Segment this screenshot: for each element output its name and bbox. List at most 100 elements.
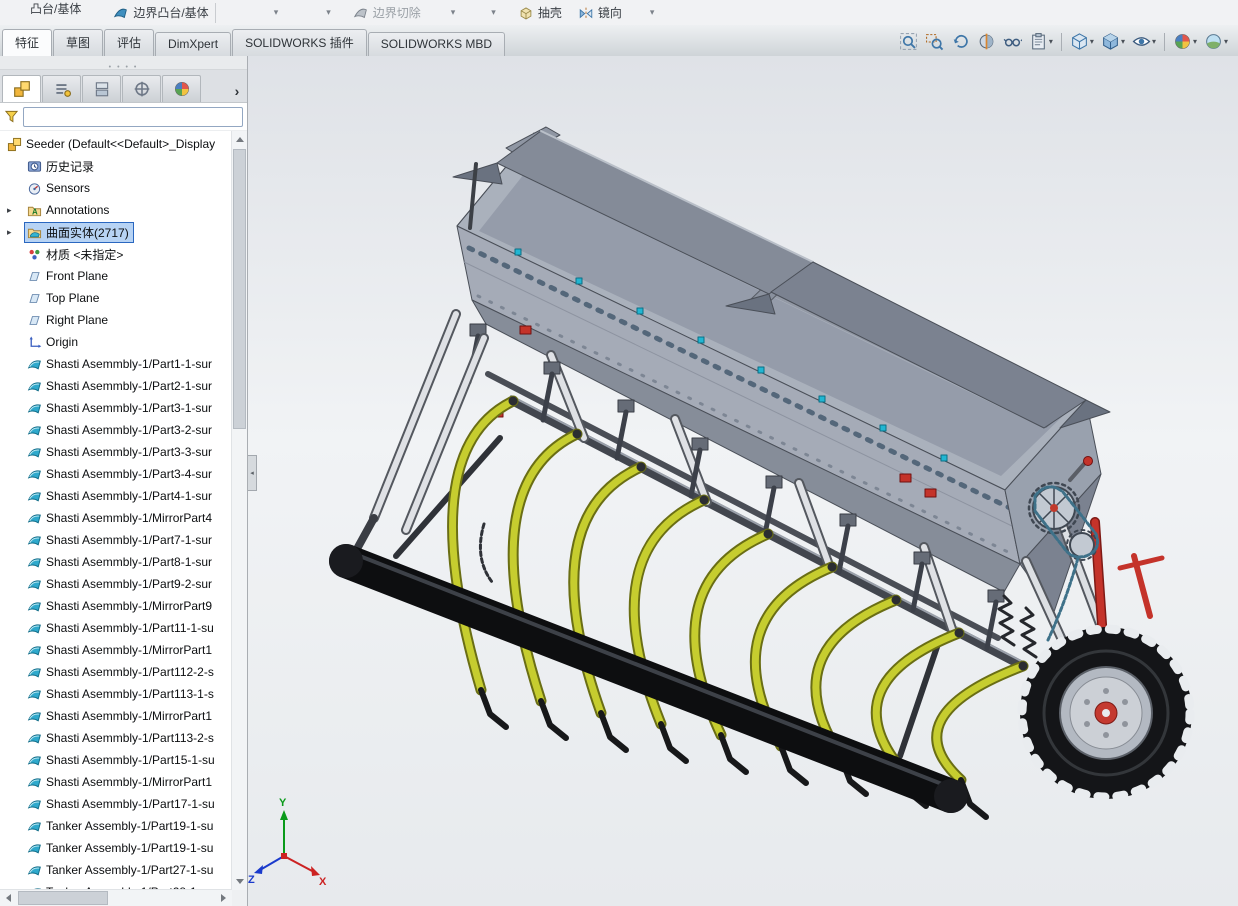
configurations-tab-icon	[93, 80, 111, 98]
tree-item[interactable]: Shasti Asemmbly-1/Part1-1-sur	[0, 353, 232, 375]
vertical-scroll-thumb[interactable]	[233, 149, 246, 429]
headsup-icon	[977, 32, 996, 51]
tree-item[interactable]: Shasti Asemmbly-1/MirrorPart1	[0, 771, 232, 793]
edit-appearance-icon[interactable]	[1171, 31, 1199, 52]
tree-item[interactable]: Shasti Asemmbly-1/Part11-1-su	[0, 617, 232, 639]
previous-view-icon[interactable]	[949, 31, 972, 52]
mirror-icon	[578, 5, 594, 21]
view-orientation-icon[interactable]	[1068, 31, 1096, 52]
tab-features[interactable]: 特征	[2, 29, 52, 56]
dropdown-caret-icon[interactable]	[1152, 37, 1156, 46]
tree-item[interactable]: Tanker Assembly-1/Part19-1-su	[0, 815, 232, 837]
tree-item[interactable]: Shasti Asemmbly-1/Part3-3-sur	[0, 441, 232, 463]
tree-item[interactable]: Origin	[0, 331, 232, 353]
expand-arrow-icon[interactable]	[7, 199, 12, 221]
tree-vertical-scrollbar[interactable]	[231, 131, 247, 890]
tab-sketch[interactable]: 草图	[53, 29, 103, 56]
tab-dimxpert[interactable]: DimXpert	[155, 32, 231, 56]
zoom-fit-icon[interactable]	[897, 31, 920, 52]
expand-panel-icon[interactable]	[229, 80, 245, 102]
zoom-area-icon[interactable]	[923, 31, 946, 52]
boundary-boss-button[interactable]: 边界凸台/基体	[113, 4, 208, 21]
tree-item[interactable]: Shasti Asemmbly-1/MirrorPart4	[0, 507, 232, 529]
tree-item[interactable]: Shasti Asemmbly-1/Part3-1-sur	[0, 397, 232, 419]
tree-item-label: Shasti Asemmbly-1/Part4-1-sur	[46, 489, 212, 503]
tree-item[interactable]: Shasti Asemmbly-1/MirrorPart9	[0, 595, 232, 617]
tree-item[interactable]: Shasti Asemmbly-1/Part8-1-sur	[0, 551, 232, 573]
scroll-right-arrow[interactable]	[216, 890, 232, 906]
dropdown-caret-icon[interactable]	[491, 7, 496, 18]
tree-item-icon	[27, 379, 42, 394]
tree-item-icon	[27, 555, 42, 570]
tree-item[interactable]: 历史记录	[0, 155, 232, 177]
tree-item[interactable]: Shasti Asemmbly-1/Part17-1-su	[0, 793, 232, 815]
dropdown-caret-icon[interactable]	[1121, 37, 1125, 46]
tree-item[interactable]: Shasti Asemmbly-1/Part112-2-s	[0, 661, 232, 683]
panel-collapse-handle[interactable]	[248, 455, 257, 491]
ribbon-button-partial[interactable]: 凸台/基体	[30, 0, 81, 17]
tree-item[interactable]: Shasti Asemmbly-1/Part4-1-sur	[0, 485, 232, 507]
tree-filter-input[interactable]	[23, 107, 243, 127]
tree-item[interactable]: Shasti Asemmbly-1/Part7-1-sur	[0, 529, 232, 551]
expand-arrow-icon[interactable]	[7, 221, 12, 243]
tree-item[interactable]: Shasti Asemmbly-1/Part3-4-sur	[0, 463, 232, 485]
mirror-button[interactable]: 镜向	[578, 4, 622, 21]
panel-tab-configurations[interactable]	[82, 75, 121, 102]
tree-item[interactable]: 曲面实体(2717)	[0, 221, 232, 243]
tree-item[interactable]: Right Plane	[0, 309, 232, 331]
tree-item[interactable]: Shasti Asemmbly-1/Part113-1-s	[0, 683, 232, 705]
shell-button[interactable]: 抽壳	[518, 4, 562, 21]
boundary-cut-button[interactable]: 边界切除	[353, 4, 421, 21]
tab-mbd[interactable]: SOLIDWORKS MBD	[368, 32, 505, 56]
tree-item[interactable]: Shasti Asemmbly-1/Part3-2-sur	[0, 419, 232, 441]
panel-tab-dimxpertmanager[interactable]	[122, 75, 161, 102]
dropdown-caret-icon[interactable]	[1224, 37, 1228, 46]
apply-scene-icon[interactable]	[1202, 31, 1230, 52]
tree-item[interactable]: Sensors	[0, 177, 232, 199]
tree-item[interactable]: Shasti Asemmbly-1/Part2-1-sur	[0, 375, 232, 397]
tree-item[interactable]: Top Plane	[0, 287, 232, 309]
tree-item[interactable]: Shasti Asemmbly-1/MirrorPart1	[0, 639, 232, 661]
dropdown-caret-icon[interactable]	[326, 7, 331, 18]
dropdown-caret-icon[interactable]	[1090, 37, 1094, 46]
tree-item[interactable]: 材质 <未指定>	[0, 243, 232, 265]
panel-grip[interactable]	[0, 56, 247, 70]
horizontal-scroll-track[interactable]	[16, 890, 216, 906]
seeder-3d-scene[interactable]: Y X Z	[248, 56, 1238, 906]
tree-item-icon	[27, 467, 42, 482]
section-view-icon[interactable]	[975, 31, 998, 52]
panel-tab-displaymanager[interactable]	[162, 75, 201, 102]
tree-item-label: Shasti Asemmbly-1/MirrorPart1	[46, 775, 212, 789]
tree-item-icon	[27, 313, 42, 328]
panel-tab-featuremanager[interactable]	[2, 75, 41, 102]
view-selector-icon[interactable]	[1027, 31, 1055, 52]
dropdown-caret-icon[interactable]	[451, 7, 456, 18]
scroll-left-arrow[interactable]	[0, 890, 16, 906]
tree-root-assembly[interactable]: Seeder (Default<<Default>_Display	[0, 133, 232, 155]
tree-item-label: Shasti Asemmbly-1/Part112-2-s	[46, 665, 214, 679]
hide-show-items-icon[interactable]	[1130, 31, 1158, 52]
tree-item[interactable]: Shasti Asemmbly-1/Part15-1-su	[0, 749, 232, 771]
tree-item[interactable]: Tanker Assembly-1/Part19-1-su	[0, 837, 232, 859]
dropdown-caret-icon[interactable]	[274, 7, 279, 18]
tree-item[interactable]: Annotations	[0, 199, 232, 221]
scroll-up-arrow[interactable]	[232, 131, 247, 147]
panel-tab-propertymanager[interactable]	[42, 75, 81, 102]
graphics-viewport[interactable]: Y X Z	[248, 56, 1238, 906]
display-style-icon[interactable]	[1099, 31, 1127, 52]
tree-item[interactable]: Shasti Asemmbly-1/Part113-2-s	[0, 727, 232, 749]
dropdown-caret-icon[interactable]	[650, 7, 655, 18]
tree-item-icon	[27, 709, 42, 724]
tab-evaluate[interactable]: 评估	[104, 29, 154, 56]
tree-item[interactable]: Front Plane	[0, 265, 232, 287]
tree-item[interactable]: Tanker Assembly-1/Part27-1-su	[0, 859, 232, 881]
scroll-down-arrow[interactable]	[232, 874, 247, 890]
tree-horizontal-scrollbar[interactable]	[0, 889, 232, 906]
annotation-views-icon[interactable]	[1001, 31, 1024, 52]
dropdown-caret-icon[interactable]	[1049, 37, 1053, 46]
tree-item[interactable]: Shasti Asemmbly-1/MirrorPart1	[0, 705, 232, 727]
tree-item[interactable]: Shasti Asemmbly-1/Part9-2-sur	[0, 573, 232, 595]
horizontal-scroll-thumb[interactable]	[18, 891, 108, 905]
dropdown-caret-icon[interactable]	[1193, 37, 1197, 46]
tab-addins[interactable]: SOLIDWORKS 插件	[232, 29, 367, 56]
